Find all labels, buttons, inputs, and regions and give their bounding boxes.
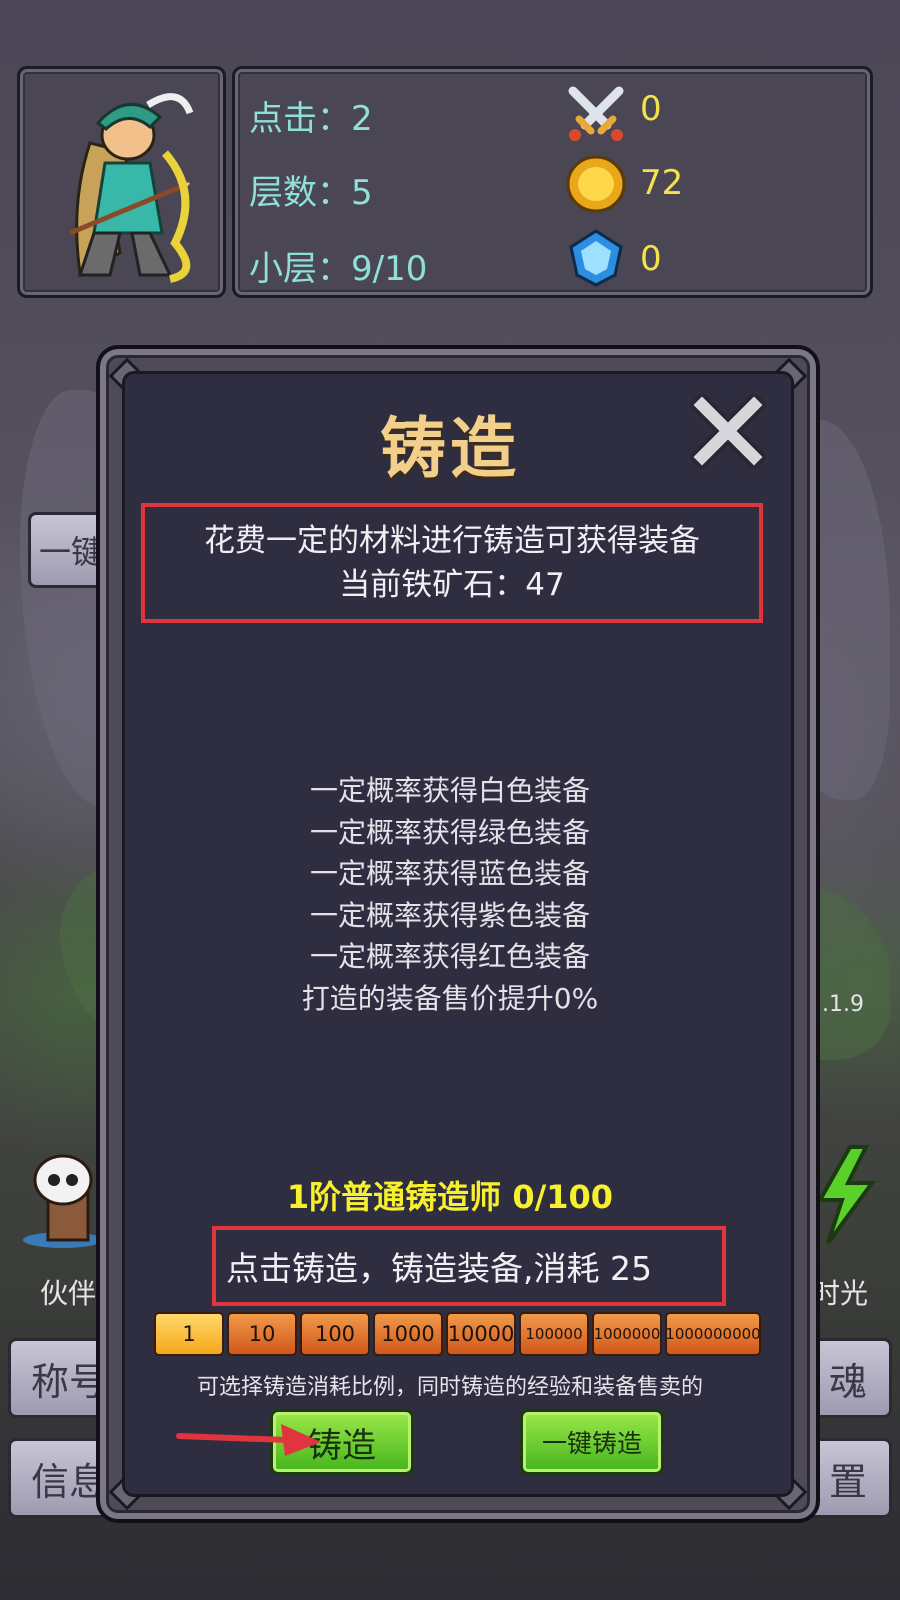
ratio-button-1000000[interactable]: 1000000 (592, 1312, 662, 1356)
ratio-selector: 1 10 100 1000 10000 100000 1000000 10000… (154, 1312, 761, 1356)
time-label: 时光 (812, 1277, 869, 1310)
list-item: 一定概率获得紫色装备 (309, 898, 590, 932)
one-click-forge-button[interactable]: 一键铸造 (520, 1409, 664, 1475)
gem-value: 0 (640, 239, 662, 279)
list-item: 一定概率获得红色装备 (309, 940, 590, 973)
red-arrow-icon (176, 1424, 321, 1456)
current-ore-count: 当前铁矿石：47 (339, 567, 565, 603)
ratio-button-1[interactable]: 1 (154, 1312, 224, 1356)
forge-description: 花费一定的材料进行铸造可获得装备 (204, 523, 700, 559)
sublevel-label: 小层：9/10 (249, 249, 428, 289)
crossed-swords-icon (568, 86, 624, 141)
ratio-button-10000[interactable]: 10000 (446, 1312, 516, 1356)
probability-list: 一定概率获得白色装备 一定概率获得绿色装备 一定概率获得蓝色装备 一定概率获得紫… (0, 770, 900, 1019)
cost-info-box: 点击铸造，铸造装备,消耗 25 (212, 1226, 726, 1306)
forger-rank: 1阶普通铸造师 0/100 (286, 1178, 614, 1216)
cost-text: 点击铸造，铸造装备,消耗 25 (226, 1249, 652, 1288)
list-item: 打造的装备售价提升0% (301, 981, 599, 1015)
floor-count-label: 层数：5 (249, 173, 373, 213)
ratio-button-100000[interactable]: 100000 (519, 1312, 589, 1356)
ratio-button-1000000000[interactable]: 1000000000 (665, 1312, 761, 1356)
hero-portrait-icon (69, 93, 194, 283)
list-item: 一定概率获得绿色装备 (309, 815, 590, 849)
list-item: 一定概率获得白色装备 (309, 774, 590, 807)
description-box: 花费一定的材料进行铸造可获得装备 当前铁矿石：47 (141, 503, 763, 623)
attack-value: 0 (640, 89, 662, 129)
one-click-forge-label: 一键铸造 (541, 1429, 642, 1458)
ratio-button-100[interactable]: 100 (300, 1312, 370, 1356)
list-item: 一定概率获得蓝色装备 (309, 857, 590, 890)
companion-label: 伙伴 (40, 1277, 97, 1310)
gold-coin-icon (566, 155, 626, 213)
click-count-label: 点击：2 (249, 99, 373, 139)
close-icon[interactable] (690, 393, 766, 469)
hero-avatar-panel[interactable] (17, 66, 226, 298)
ratio-button-1000[interactable]: 1000 (373, 1312, 443, 1356)
gold-value: 72 (640, 163, 684, 203)
blue-gem-icon (569, 229, 623, 287)
ratio-hint: 可选择铸造消耗比例，同时铸造的经验和装备售卖的 (196, 1375, 703, 1400)
ratio-button-10[interactable]: 10 (227, 1312, 297, 1356)
stats-panel: 点击：2 层数：5 小层：9/10 0 72 0 (232, 66, 873, 298)
